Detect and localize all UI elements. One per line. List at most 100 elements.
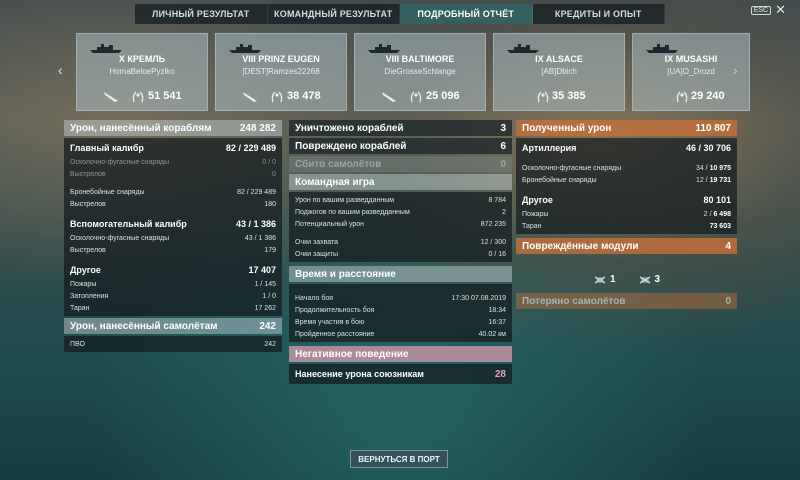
- stat-value: 1 / 0: [262, 292, 276, 300]
- other-received-value: 80 101: [703, 195, 731, 205]
- ship-name: X КРЕМЛЬ: [118, 54, 166, 64]
- stat-label: Поджогов по вашим разведданным: [295, 208, 410, 216]
- stat-row: Осколочно-фугасные снаряды 0 / 0: [70, 156, 276, 168]
- stat-value: 82 / 229 489: [237, 188, 276, 196]
- stat-label: Выстрелов: [70, 200, 106, 208]
- time-distance-header: Время и расстояние: [289, 266, 512, 282]
- damaged-modules-value: 4: [725, 240, 731, 252]
- plane-damage-value: 242: [259, 320, 276, 332]
- stat-value: 43 / 1 386: [244, 234, 276, 242]
- plane-damage-label: Урон, нанесённый самолётам: [70, 320, 218, 332]
- stat-label: Бронебойные снаряды: [70, 188, 145, 196]
- ship-score: 29 240: [691, 90, 725, 102]
- stat-label: ПВО: [70, 340, 85, 348]
- close-icon: ✕: [775, 2, 786, 17]
- planes-shot-down-row: Сбито самолётов 0: [289, 156, 512, 172]
- ship-name: VIII PRINZ EUGEN: [242, 54, 320, 64]
- stat-row: Очки защиты 0 / 16: [295, 248, 506, 260]
- main-battery-label: Главный калибр: [70, 143, 144, 153]
- artillery-row: Артиллерия 46 / 30 706: [522, 143, 731, 153]
- stat-row: Пройденное расстояние 40.02 км: [295, 328, 506, 340]
- damaged-modules-list: 1 3: [516, 256, 737, 293]
- artillery-hits: 46: [685, 143, 696, 153]
- other-damage-row: Другое 17 407: [70, 262, 276, 278]
- stat-label: Потенциальный урон: [295, 220, 365, 228]
- ship-damage-panel: Главный калибр 82 / 229 489 Осколочно-фу…: [64, 138, 282, 316]
- negative-behavior-label: Негативное поведение: [295, 348, 409, 360]
- esc-close-button[interactable]: ESC ✕: [750, 2, 786, 17]
- ship-cards: X КРЕМЛЬ HomaBeloePyziko 51 541 VIII PRI…: [76, 33, 750, 111]
- ship-damage-value: 248 282: [239, 122, 276, 134]
- stat-value: 180: [264, 200, 276, 208]
- stat-label: Выстрелов: [70, 170, 106, 178]
- plane-icon: [243, 92, 257, 102]
- stat-row: Начало боя 17:30 07.08.2019: [295, 292, 506, 304]
- stat-row: Пожары 1 / 145: [70, 278, 276, 290]
- tab-credits-xp[interactable]: КРЕДИТЫ И ОПЫТ: [533, 4, 665, 24]
- ship-card[interactable]: X КРЕМЛЬ HomaBeloePyziko 51 541: [76, 33, 208, 111]
- ship-silhouette-icon: [368, 44, 400, 53]
- ship-card[interactable]: IX ALSACE [AB]Dbich 35 385: [493, 33, 625, 111]
- ship-score: 35 385: [552, 90, 586, 102]
- laurel-icon: [537, 91, 549, 103]
- ship-card[interactable]: VIII BALTIMORE DieGrosseSchlange 25 096: [354, 33, 486, 111]
- other-damage-value: 17 407: [248, 265, 276, 275]
- planes-shot-down-value: 0: [500, 158, 506, 170]
- stat-value: 18:34: [488, 306, 506, 314]
- stat-value: 0: [272, 170, 276, 178]
- ship-silhouette-icon: [507, 44, 539, 53]
- time-distance-label: Время и расстояние: [295, 268, 396, 280]
- stat-row: Затопления 1 / 0: [70, 290, 276, 302]
- stat-value: 12 / 300: [480, 238, 506, 246]
- stat-label: Таран: [70, 304, 90, 312]
- received-damage-value: 110 807: [695, 122, 731, 134]
- laurel-icon: [271, 91, 283, 103]
- battle-stats-column: Уничтожено кораблей 3 Повреждено корабле…: [289, 120, 512, 386]
- module-count: 1: [609, 274, 616, 285]
- stat-damage: 73 603: [709, 222, 731, 230]
- ship-score: 51 541: [148, 90, 182, 102]
- return-to-port-button[interactable]: ВЕРНУТЬСЯ В ПОРТ: [350, 450, 448, 468]
- stat-row: Выстрелов 0: [70, 168, 276, 180]
- stat-label: Начало боя: [295, 294, 334, 302]
- laurel-icon: [410, 91, 422, 103]
- stat-row: Выстрелов 180: [70, 198, 276, 210]
- ship-card[interactable]: IX MUSASHI [UA]O_Drozd 29 240: [632, 33, 750, 111]
- ship-score: 38 478: [287, 90, 321, 102]
- stat-row: ПВО 242: [70, 338, 276, 350]
- ship-score: 25 096: [426, 90, 460, 102]
- tab-detailed-report[interactable]: ПОДРОБНЫЙ ОТЧЁТ: [400, 4, 533, 24]
- artillery-damage: 30 706: [703, 143, 731, 153]
- damaged-modules-label: Повреждённые модули: [522, 240, 639, 252]
- ship-player: HomaBeloePyziko: [109, 67, 175, 76]
- stat-row: Выстрелов 179: [70, 244, 276, 256]
- ship-name: IX ALSACE: [535, 54, 583, 64]
- team-play-label: Командная игра: [295, 176, 375, 188]
- ships-destroyed-row: Уничтожено кораблей 3: [289, 120, 512, 136]
- main-battery-row: Главный калибр 82 / 229 489: [70, 143, 276, 153]
- ship-player: [AB]Dbich: [541, 67, 577, 76]
- stat-row: Осколочно-фугасные снаряды 34 / 10 975: [522, 164, 731, 172]
- negative-behavior-panel: Нанесение урона союзникам 28: [289, 364, 512, 384]
- ship-player: DieGrosseSchlange: [384, 67, 456, 76]
- module-item: 3: [638, 274, 660, 285]
- ship-damage-label: Урон, нанесённый кораблям: [70, 122, 212, 134]
- stat-value: 872 235: [480, 220, 506, 228]
- stat-damage: 10 975: [709, 164, 731, 172]
- plane-icon: [104, 92, 118, 102]
- chevron-left-icon[interactable]: ‹: [58, 62, 63, 78]
- tab-personal-result[interactable]: ЛИЧНЫЙ РЕЗУЛЬТАТ: [135, 4, 268, 24]
- other-received-label: Другое: [522, 195, 553, 205]
- ship-card[interactable]: VIII PRINZ EUGEN [DEST]Ramzes22268 38 47…: [215, 33, 347, 111]
- stat-value: 16:37: [488, 318, 506, 326]
- laurel-icon: [676, 91, 688, 103]
- stat-label: Пожары: [70, 280, 97, 288]
- stat-row: Поджогов по вашим разведданным 2: [295, 206, 506, 218]
- stat-row: Потенциальный урон 872 235: [295, 218, 506, 230]
- tab-team-result[interactable]: КОМАНДНЫЙ РЕЗУЛЬТАТ: [268, 4, 400, 24]
- stat-row: Осколочно-фугасные снаряды 43 / 1 386: [70, 232, 276, 244]
- stat-label: Осколочно-фугасные снаряды: [70, 234, 170, 242]
- module-icon: [594, 275, 606, 284]
- stat-row: Время участия в бою 16:37: [295, 316, 506, 328]
- received-damage-header: Полученный урон 110 807: [516, 120, 737, 136]
